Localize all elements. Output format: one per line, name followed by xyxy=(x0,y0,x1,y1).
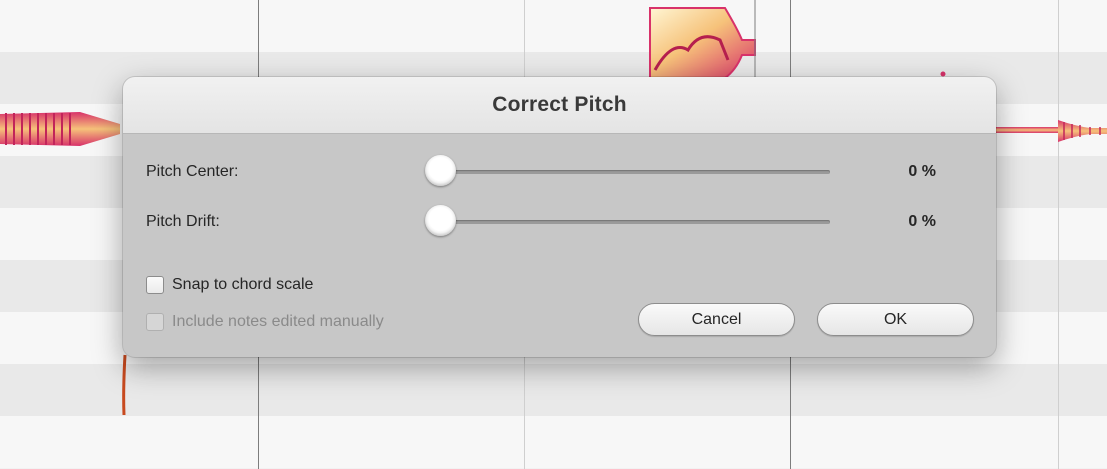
slider-track[interactable] xyxy=(439,170,830,174)
pitch-center-slider[interactable] xyxy=(425,154,830,190)
note-blob[interactable] xyxy=(649,0,756,79)
snap-to-chord-scale-checkbox[interactable] xyxy=(146,276,164,294)
note-blob[interactable] xyxy=(0,112,127,416)
correct-pitch-dialog: Correct Pitch Pitch Center: 0 % Pitch Dr… xyxy=(123,77,996,357)
slider-track[interactable] xyxy=(439,220,830,224)
dialog-titlebar[interactable]: Correct Pitch xyxy=(123,77,996,134)
pitch-drift-label: Pitch Drift: xyxy=(146,213,220,230)
include-notes-edited-manually-label: Include notes edited manually xyxy=(172,313,384,330)
pitch-drift-value: 0 % xyxy=(908,213,936,230)
pitch-center-label: Pitch Center: xyxy=(146,163,239,180)
include-notes-edited-manually-checkbox xyxy=(146,313,164,331)
pitch-center-value: 0 % xyxy=(908,163,936,180)
snap-to-chord-scale-label[interactable]: Snap to chord scale xyxy=(172,276,313,294)
snap-to-chord-scale-option[interactable]: Snap to chord scale xyxy=(146,276,313,294)
ok-button[interactable]: OK xyxy=(817,303,974,336)
cancel-button[interactable]: Cancel xyxy=(638,303,795,336)
slider-knob[interactable] xyxy=(425,205,456,236)
dialog-title: Correct Pitch xyxy=(492,93,627,116)
pitch-drift-slider[interactable] xyxy=(425,204,830,240)
include-notes-edited-manually-option: Include notes edited manually xyxy=(146,313,384,331)
slider-knob[interactable] xyxy=(425,155,456,186)
